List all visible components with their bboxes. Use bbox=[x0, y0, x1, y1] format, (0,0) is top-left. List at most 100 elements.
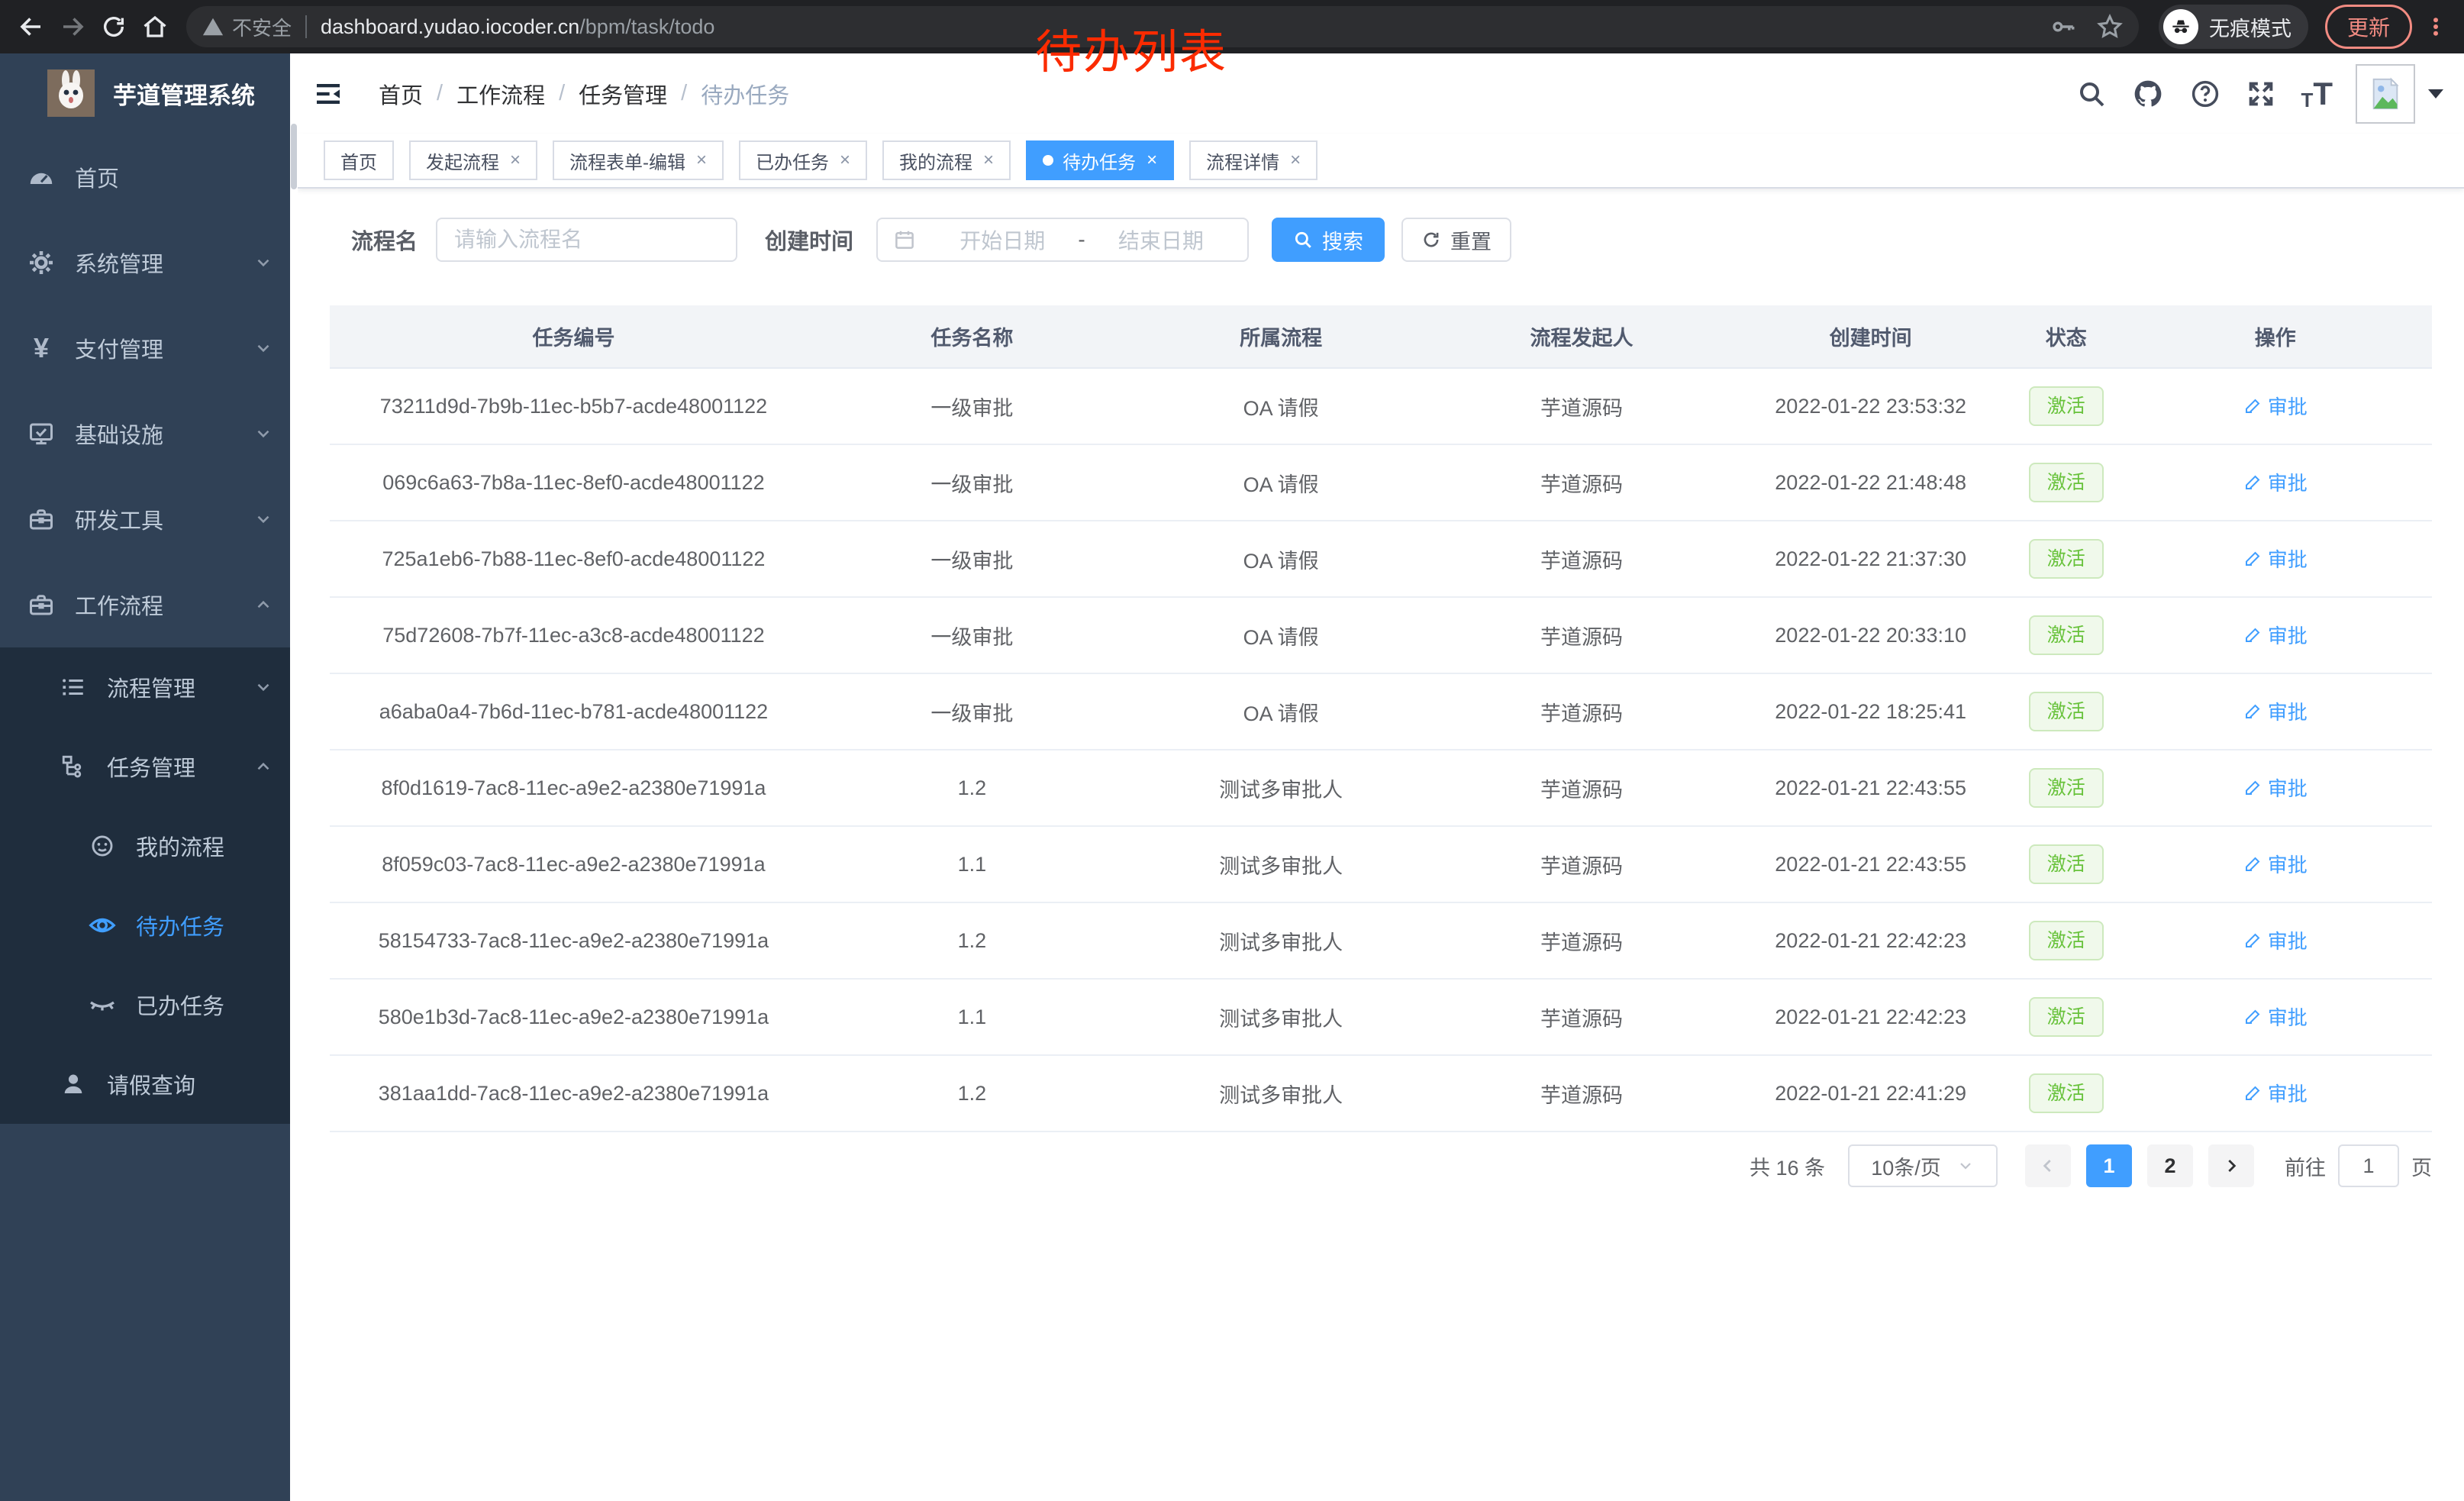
breadcrumb-workflow[interactable]: 工作流程 bbox=[456, 78, 545, 110]
reset-button[interactable]: 重置 bbox=[1401, 218, 1511, 262]
sidebar: 芋道管理系统 首页 系统管理 ¥ 支付管理 基础设施 bbox=[0, 53, 298, 1501]
security-warning-icon bbox=[202, 15, 224, 38]
sidebar-item-payment[interactable]: ¥ 支付管理 bbox=[0, 305, 298, 391]
filter-bar: 流程名 创建时间 开始日期 - 结束日期 搜索 重置 bbox=[330, 218, 2432, 262]
github-icon[interactable] bbox=[2131, 77, 2165, 111]
chevron-up-icon bbox=[253, 757, 273, 776]
prev-page-button[interactable] bbox=[2025, 1144, 2071, 1187]
breadcrumb-separator: / bbox=[559, 81, 565, 106]
tab-done-tasks[interactable]: 已办任务× bbox=[739, 140, 867, 180]
breadcrumb-home[interactable]: 首页 bbox=[379, 78, 423, 110]
approve-link[interactable]: 审批 bbox=[2243, 1002, 2308, 1031]
bookmark-star-icon[interactable] bbox=[2096, 13, 2124, 40]
chevron-down-icon bbox=[253, 424, 273, 444]
table-header-row: 任务编号 任务名称 所属流程 流程发起人 创建时间 状态 操作 bbox=[330, 305, 2432, 368]
subtree-icon bbox=[60, 753, 87, 780]
font-size-icon[interactable]: TT bbox=[2301, 78, 2333, 110]
sidebar-item-infra[interactable]: 基础设施 bbox=[0, 391, 298, 476]
approve-link[interactable]: 审批 bbox=[2243, 621, 2308, 649]
col-create-time: 创建时间 bbox=[1727, 305, 2014, 368]
close-icon[interactable]: × bbox=[510, 151, 521, 169]
next-page-button[interactable] bbox=[2208, 1144, 2254, 1187]
fullscreen-icon[interactable] bbox=[2246, 79, 2276, 109]
process-name-input[interactable] bbox=[436, 218, 737, 262]
goto-page-input[interactable] bbox=[2338, 1144, 2399, 1187]
page-button-1[interactable]: 1 bbox=[2086, 1144, 2132, 1187]
eye-closed-icon bbox=[89, 991, 116, 1018]
list-icon bbox=[60, 673, 87, 701]
update-button[interactable]: 更新 bbox=[2325, 5, 2412, 49]
close-icon[interactable]: × bbox=[983, 151, 994, 169]
tab-process-detail[interactable]: 流程详情× bbox=[1189, 140, 1317, 180]
sidebar-item-done-tasks[interactable]: 已办任务 bbox=[0, 965, 298, 1044]
sidebar-item-label: 已办任务 bbox=[136, 989, 298, 1021]
sidebar-item-process-mgmt[interactable]: 流程管理 bbox=[0, 647, 298, 727]
tab-form-edit[interactable]: 流程表单-编辑× bbox=[553, 140, 724, 180]
sidebar-item-my-process[interactable]: 我的流程 bbox=[0, 806, 298, 886]
search-button[interactable]: 搜索 bbox=[1272, 218, 1385, 262]
tab-home[interactable]: 首页 bbox=[324, 140, 394, 180]
create-time-label: 创建时间 bbox=[765, 224, 853, 256]
close-icon[interactable]: × bbox=[696, 151, 707, 169]
total-count: 共 16 条 bbox=[1750, 1151, 1825, 1181]
sidebar-item-todo-tasks[interactable]: 待办任务 bbox=[0, 886, 298, 965]
page-button-2[interactable]: 2 bbox=[2147, 1144, 2193, 1187]
sidebar-item-leave-query[interactable]: 请假查询 bbox=[0, 1044, 298, 1124]
chevron-down-icon bbox=[253, 338, 273, 358]
avatar-caret-icon[interactable] bbox=[2427, 89, 2444, 99]
sidebar-item-label: 任务管理 bbox=[107, 750, 253, 783]
status-badge: 激活 bbox=[2029, 768, 2104, 808]
status-badge: 激活 bbox=[2029, 692, 2104, 731]
robot-face-icon bbox=[89, 832, 116, 860]
approve-link[interactable]: 审批 bbox=[2243, 392, 2308, 420]
gear-icon bbox=[27, 249, 55, 276]
process-name-label: 流程名 bbox=[351, 224, 418, 256]
status-badge: 激活 bbox=[2029, 844, 2104, 884]
browser-menu-icon[interactable] bbox=[2424, 11, 2447, 42]
help-icon[interactable] bbox=[2189, 78, 2221, 110]
approve-link[interactable]: 审批 bbox=[2243, 850, 2308, 878]
tab-start-process[interactable]: 发起流程× bbox=[409, 140, 537, 180]
sidebar-scrollbar[interactable] bbox=[290, 53, 298, 1501]
close-icon[interactable]: × bbox=[1147, 151, 1157, 169]
sidebar-item-system[interactable]: 系统管理 bbox=[0, 220, 298, 305]
search-icon[interactable] bbox=[2076, 79, 2107, 109]
breadcrumb: 首页 / 工作流程 / 任务管理 / 待办任务 bbox=[379, 78, 789, 110]
reload-icon[interactable] bbox=[93, 6, 134, 47]
sidebar-scrollbar-thumb[interactable] bbox=[291, 124, 297, 189]
sidebar-item-task-mgmt[interactable]: 任务管理 bbox=[0, 727, 298, 806]
breadcrumb-separator: / bbox=[681, 81, 687, 106]
breadcrumb-task-mgmt[interactable]: 任务管理 bbox=[579, 78, 667, 110]
security-label[interactable]: 不安全 bbox=[232, 13, 292, 41]
back-icon[interactable] bbox=[11, 6, 52, 47]
monitor-check-icon bbox=[27, 420, 55, 447]
avatar[interactable] bbox=[2356, 64, 2415, 124]
approve-link[interactable]: 审批 bbox=[2243, 926, 2308, 954]
key-icon[interactable] bbox=[2050, 14, 2076, 40]
incognito-icon bbox=[2163, 9, 2198, 44]
close-icon[interactable]: × bbox=[840, 151, 850, 169]
table-row: 58154733-7ac8-11ec-a9e2-a2380e71991a1.2测… bbox=[330, 902, 2432, 979]
page-size-select[interactable]: 10条/页 bbox=[1848, 1144, 1998, 1187]
close-icon[interactable]: × bbox=[1290, 151, 1301, 169]
sidebar-item-devtools[interactable]: 研发工具 bbox=[0, 476, 298, 562]
home-icon[interactable] bbox=[134, 6, 176, 47]
sidebar-item-label: 研发工具 bbox=[75, 503, 253, 535]
date-range-picker[interactable]: 开始日期 - 结束日期 bbox=[876, 218, 1249, 262]
sidebar-fold-icon[interactable] bbox=[313, 79, 343, 109]
approve-link[interactable]: 审批 bbox=[2243, 468, 2308, 496]
sidebar-item-label: 我的流程 bbox=[136, 830, 298, 862]
tab-todo-tasks[interactable]: 待办任务× bbox=[1026, 140, 1174, 180]
tab-my-process[interactable]: 我的流程× bbox=[882, 140, 1011, 180]
approve-link[interactable]: 审批 bbox=[2243, 697, 2308, 725]
sidebar-item-workflow[interactable]: 工作流程 bbox=[0, 562, 298, 647]
annotation-text: 待办列表 bbox=[1035, 14, 1227, 82]
breadcrumb-separator: / bbox=[437, 81, 443, 106]
approve-link[interactable]: 审批 bbox=[2243, 544, 2308, 573]
forward-icon[interactable] bbox=[52, 6, 93, 47]
approve-link[interactable]: 审批 bbox=[2243, 773, 2308, 802]
table-row: a6aba0a4-7b6d-11ec-b781-acde48001122一级审批… bbox=[330, 673, 2432, 750]
sidebar-item-label: 请假查询 bbox=[107, 1068, 298, 1100]
sidebar-item-home[interactable]: 首页 bbox=[0, 134, 298, 220]
approve-link[interactable]: 审批 bbox=[2243, 1079, 2308, 1107]
